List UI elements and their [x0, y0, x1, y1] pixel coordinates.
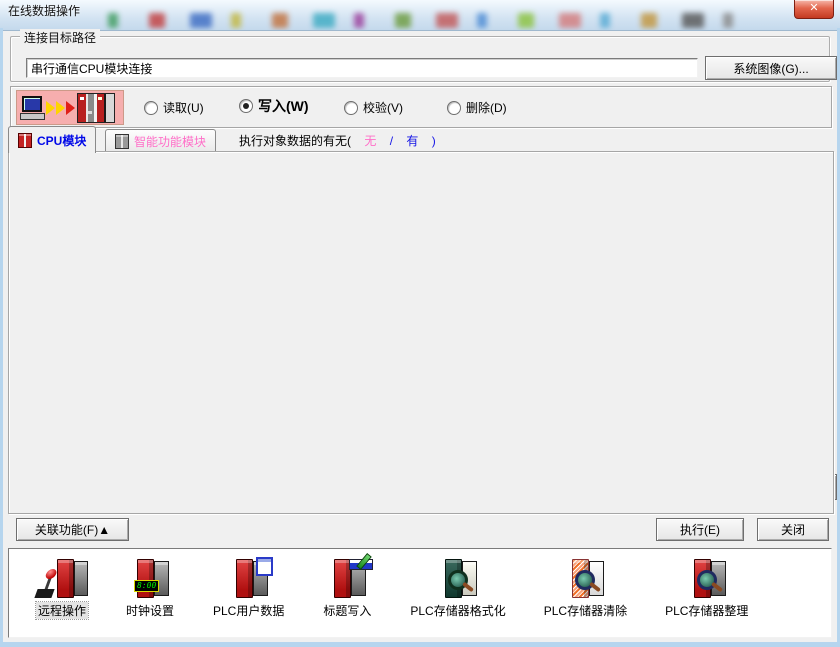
- userdata-icon: [222, 557, 276, 601]
- toolbar-item-label: PLC存储器格式化: [408, 602, 507, 619]
- clear-icon: [558, 557, 612, 601]
- close-button[interactable]: 关闭: [757, 518, 829, 541]
- radio-label: 写入(W): [258, 96, 309, 116]
- background-toolbar-blur: [149, 13, 165, 28]
- plc-module-shape: [74, 561, 88, 596]
- mode-radio-1[interactable]: 写入(W): [239, 96, 309, 116]
- arrow-icon: [66, 101, 75, 115]
- online-data-operation-dialog: 在线数据操作 ✕ 连接目标路径 系统图像(G)... 读取(U) 写入(W) 校验(…: [0, 0, 840, 647]
- background-toolbar-blur: [231, 13, 241, 28]
- toolbar-item-clock[interactable]: 8:00 时钟设置: [123, 557, 177, 619]
- background-toolbar-blur: [354, 13, 364, 28]
- mag-glyph: [448, 570, 468, 590]
- toolbar-item-label: PLC存储器整理: [663, 602, 750, 619]
- execute-button[interactable]: 执行(E): [656, 518, 744, 541]
- radio-label: 校验(V): [363, 99, 403, 116]
- toolbar-item-remote[interactable]: 远程操作: [35, 557, 89, 619]
- mode-radio-2[interactable]: 校验(V): [344, 99, 403, 116]
- titlewrite-icon: [320, 557, 374, 601]
- clk-glyph: 8:00: [134, 580, 159, 592]
- toolbar-item-label: 远程操作: [36, 602, 88, 619]
- arrow-icon: [46, 101, 55, 115]
- title-bar[interactable]: 在线数据操作 ✕: [0, 0, 840, 31]
- tab-label: CPU模块: [37, 132, 86, 149]
- window-border-bottom: [0, 642, 840, 647]
- exec-suffix: ): [432, 134, 436, 148]
- background-toolbar-blur: [272, 13, 288, 28]
- background-toolbar-blur: [395, 13, 411, 28]
- exec-have-legend: 有: [406, 134, 418, 148]
- toolbar-item-clear[interactable]: PLC存储器清除: [542, 557, 629, 619]
- background-toolbar-blur: [600, 13, 610, 28]
- doc-glyph: [256, 557, 273, 576]
- background-toolbar-blur: [313, 13, 335, 28]
- connection-path-group: 连接目标路径 系统图像(G)...: [10, 36, 830, 82]
- mag-glyph: [697, 570, 717, 590]
- connection-path-group-label: 连接目标路径: [20, 29, 100, 46]
- plc-module-shape: [236, 559, 253, 598]
- mag-glyph: [575, 570, 595, 590]
- toolbar-item-userdata[interactable]: PLC用户数据: [211, 557, 286, 619]
- toolbar-item-arrange[interactable]: PLC存储器整理: [663, 557, 750, 619]
- arrange-icon: [680, 557, 734, 601]
- pc-to-plc-graphic: [16, 90, 124, 125]
- computer-icon: [20, 95, 45, 121]
- toolbar-item-label: 标题写入: [321, 602, 373, 619]
- exec-none-legend: 无: [364, 134, 376, 148]
- plc-module-icon: [18, 133, 32, 148]
- background-toolbar-blur: [477, 13, 487, 28]
- window-title: 在线数据操作: [8, 2, 80, 19]
- background-toolbar-blur: [682, 13, 704, 28]
- radio-icon[interactable]: [447, 101, 461, 115]
- toolbar-item-label: 时钟设置: [124, 602, 176, 619]
- toolbar-item-titlewrite[interactable]: 标题写入: [320, 557, 374, 619]
- arrow-icon: [56, 101, 65, 115]
- plc-module-icon: [115, 134, 129, 149]
- clock-icon: 8:00: [123, 557, 177, 601]
- radio-label: 删除(D): [466, 99, 507, 116]
- background-toolbar-blur: [641, 13, 657, 28]
- background-toolbar-blur: [723, 13, 733, 28]
- toolbar-item-label: PLC用户数据: [211, 602, 286, 619]
- background-toolbar-blur: [436, 13, 458, 28]
- tab-label: 智能功能模块: [134, 133, 206, 150]
- joy-glyph: [34, 589, 54, 598]
- mode-radio-0[interactable]: 读取(U): [144, 99, 204, 116]
- tab-cpu-module[interactable]: CPU模块: [8, 126, 96, 153]
- close-window-button[interactable]: ✕: [794, 0, 834, 19]
- plc-rack-icon: [77, 93, 115, 123]
- radio-icon[interactable]: [239, 99, 253, 113]
- radio-label: 读取(U): [163, 99, 204, 116]
- mode-panel: 读取(U) 写入(W) 校验(V) 删除(D): [10, 86, 832, 128]
- format-icon: [431, 557, 485, 601]
- background-toolbar-blur: [108, 13, 118, 28]
- tab-intelligent-function-module[interactable]: 智能功能模块: [105, 129, 216, 152]
- exec-slash: /: [390, 134, 393, 148]
- remote-icon: [35, 557, 89, 601]
- radio-icon[interactable]: [344, 101, 358, 115]
- background-toolbar-blur: [190, 13, 212, 28]
- background-toolbar-blur: [559, 13, 581, 28]
- plc-module-shape: [137, 559, 154, 598]
- exec-data-presence-text: 执行对象数据的有无( 无 / 有 ): [239, 132, 436, 149]
- related-toolbar: 远程操作 8:00 时钟设置 PLC用户数据 标题写入 PLC存储器格式化 PLC存储器清除…: [8, 548, 832, 638]
- toolbar-item-format[interactable]: PLC存储器格式化: [408, 557, 507, 619]
- connection-path-input[interactable]: [26, 58, 698, 78]
- toolbar-item-label: PLC存储器清除: [542, 602, 629, 619]
- exec-prefix: 执行对象数据的有无(: [239, 134, 351, 148]
- dialog-body: 连接目标路径 系统图像(G)... 读取(U) 写入(W) 校验(V) 删除(D) C…: [3, 30, 837, 642]
- background-toolbar-blur: [518, 13, 534, 28]
- plc-module-shape: [57, 559, 74, 598]
- related-functions-button[interactable]: 关联功能(F)▲: [16, 518, 129, 541]
- cpu-module-tab-page: [8, 151, 834, 514]
- radio-icon[interactable]: [144, 101, 158, 115]
- system-image-button[interactable]: 系统图像(G)...: [705, 56, 837, 80]
- mode-radio-3[interactable]: 删除(D): [447, 99, 507, 116]
